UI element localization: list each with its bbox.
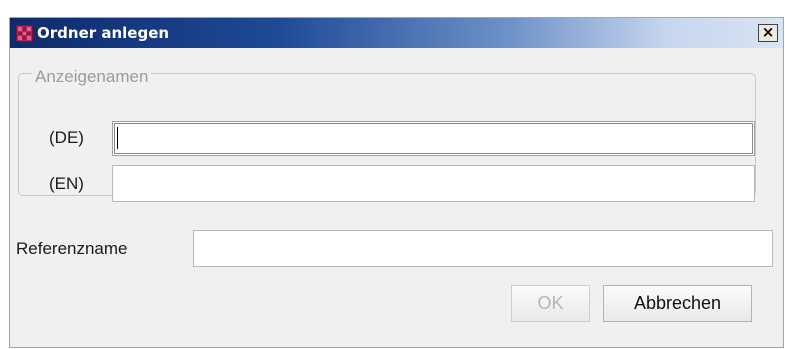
text-caret bbox=[117, 127, 118, 149]
display-name-en-input[interactable] bbox=[112, 165, 755, 202]
reference-name-input[interactable] bbox=[193, 230, 773, 267]
close-button[interactable]: × bbox=[758, 24, 778, 42]
group-legend: Anzeigenamen bbox=[32, 68, 152, 86]
reference-label: Referenzname bbox=[16, 239, 128, 258]
de-label: (DE) bbox=[49, 128, 84, 147]
cancel-button[interactable]: Abbrechen bbox=[603, 285, 752, 322]
display-name-de-input[interactable] bbox=[112, 121, 755, 156]
title-bar[interactable]: Ordner anlegen × bbox=[10, 18, 783, 48]
dialog-title: Ordner anlegen bbox=[37, 24, 170, 42]
ok-button[interactable]: OK bbox=[511, 285, 590, 322]
en-label: (EN) bbox=[49, 174, 84, 193]
close-icon: × bbox=[761, 23, 775, 41]
app-icon bbox=[16, 25, 33, 42]
